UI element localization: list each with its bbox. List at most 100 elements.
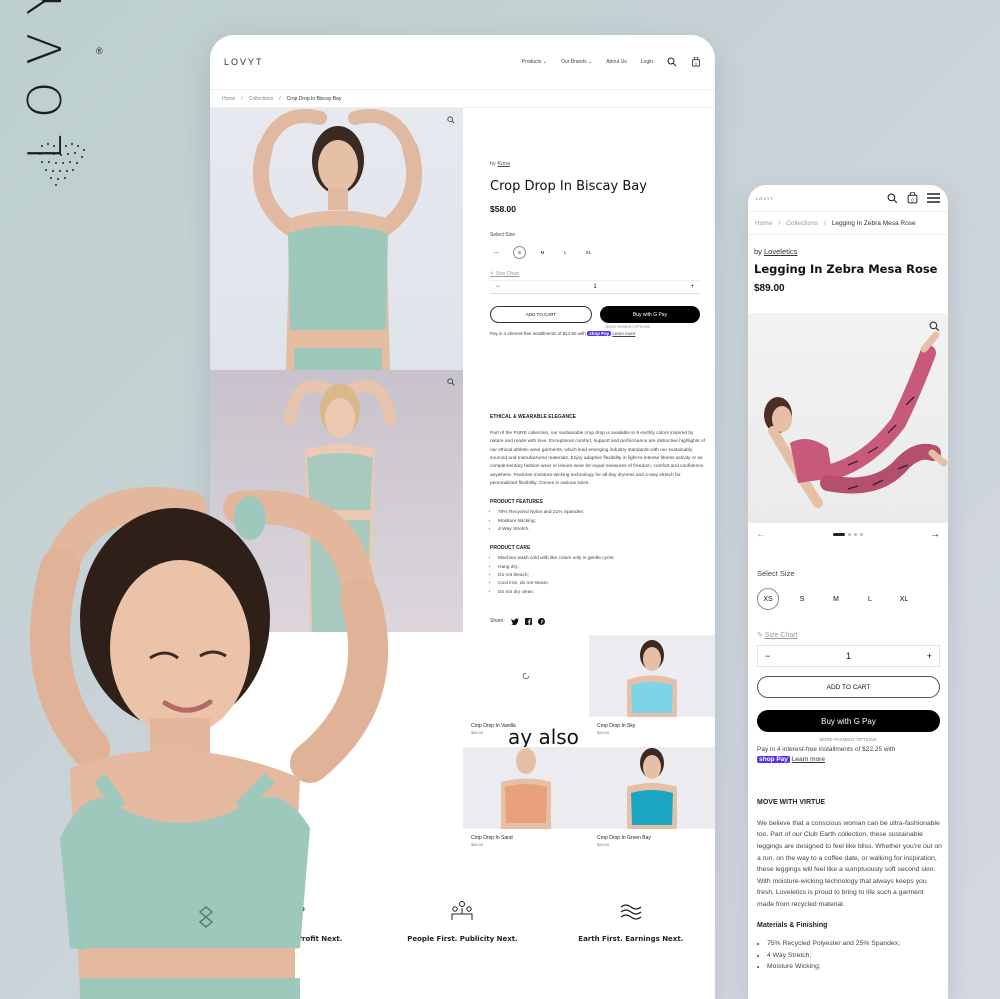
cart-icon[interactable]: 0	[907, 192, 918, 204]
size-option[interactable]: XL	[582, 246, 595, 259]
description-heading: MOVE WITH VIRTUE	[757, 799, 826, 806]
size-chart-link[interactable]: ✎ Size Chart	[490, 271, 700, 277]
carousel-dot[interactable]	[854, 533, 857, 536]
arrow-right-icon[interactable]: →	[930, 529, 940, 540]
add-to-cart-button[interactable]: ADD TO CART	[757, 676, 940, 698]
qty-decrease-button[interactable]: −	[765, 651, 770, 661]
crumb-collections[interactable]: Collections	[249, 96, 273, 102]
facebook-icon[interactable]	[524, 617, 532, 625]
select-size-label: Select Size	[490, 232, 516, 238]
nav-our-brands[interactable]: Our Brands ⌄	[561, 59, 592, 65]
shop-pay-logo: shop Pay	[757, 755, 790, 763]
product-thumbnail	[589, 635, 715, 717]
nav-our-brands-label: Our Brands	[561, 59, 587, 65]
vendor-link[interactable]: Krina	[497, 161, 510, 167]
size-option-selected[interactable]: S	[513, 246, 526, 259]
carousel-dots	[833, 533, 863, 536]
size-option[interactable]: M	[536, 246, 549, 259]
related-product-card[interactable]: Crop Drop In Sand $58.00	[463, 747, 589, 859]
list-item: Moisture Wicking;	[498, 518, 705, 526]
mobile-header: LOVYT 0	[748, 185, 948, 211]
desktop-cart-count: 0	[695, 62, 697, 66]
model-illustration	[252, 109, 423, 370]
mobile-header-icons: 0	[887, 192, 940, 204]
size-chart-link[interactable]: ✎ Size Chart	[757, 631, 798, 639]
earth-waves-icon	[620, 904, 642, 920]
vendor-link[interactable]: Loveletics	[764, 247, 797, 256]
related-product-price: $58.00	[471, 730, 484, 735]
related-product-price: $58.00	[471, 842, 484, 847]
qty-value[interactable]: 1	[593, 284, 596, 290]
add-to-cart-button[interactable]: ADD TO CART	[490, 306, 592, 323]
search-icon[interactable]	[887, 193, 898, 204]
related-product-card[interactable]: Crop Drop In Green Bay $58.00	[589, 747, 715, 859]
brand-wordmark: LOVYT	[18, 0, 72, 160]
nav-about-us[interactable]: About Us	[606, 59, 627, 65]
size-option[interactable]: L	[559, 246, 572, 259]
installments-text: Pay in 4 interest-free installments of $…	[490, 331, 700, 336]
size-option-selected[interactable]: XS	[757, 588, 779, 610]
people-group-icon	[451, 901, 473, 920]
related-products-grid: Crop Drop In Vanilla $58.00 Crop Drop In…	[463, 635, 715, 860]
size-option[interactable]: —	[490, 246, 503, 259]
desktop-product-info: by Krina Crop Drop In Biscay Bay $58.00 …	[490, 161, 700, 336]
size-option[interactable]: L	[859, 588, 881, 610]
twitter-icon[interactable]	[510, 618, 519, 625]
carousel-dot[interactable]	[848, 533, 851, 536]
desktop-logo[interactable]: LOVYT	[224, 57, 264, 67]
features-heading: PRODUCT FEATURES	[490, 499, 543, 506]
product-thumbnail	[463, 635, 589, 717]
learn-more-link[interactable]: Learn more	[792, 756, 825, 763]
mobile-breadcrumb: Home / Collections / Legging In Zebra Mesa…	[748, 211, 948, 235]
related-product-name: Crop Drop In Green Bay	[597, 835, 651, 841]
search-icon[interactable]	[667, 57, 677, 67]
buy-with-label: Buy with	[821, 716, 852, 726]
share-row: Share:	[490, 617, 705, 626]
size-chart-label: Size Chart	[495, 271, 519, 277]
size-option[interactable]: M	[825, 588, 847, 610]
mobile-cart-count: 0	[911, 197, 914, 202]
more-payment-options-link[interactable]: MORE PAYMENT OPTIONS	[490, 325, 700, 329]
purchase-buttons: ADD TO CART Buy with G Pay	[490, 306, 700, 323]
carousel-dot[interactable]	[860, 533, 863, 536]
crumb-home[interactable]: Home	[222, 96, 235, 102]
crumb-home[interactable]: Home	[755, 220, 772, 227]
vendor-line: by Loveletics	[748, 247, 948, 256]
nav-products[interactable]: Products ⌄	[522, 59, 547, 65]
cart-icon[interactable]: 0	[691, 57, 701, 67]
image-carousel-controls: ← →	[748, 529, 948, 540]
shop-pay-logo: shop Pay	[587, 331, 612, 336]
qty-increase-button[interactable]: +	[927, 651, 932, 661]
qty-decrease-button[interactable]: −	[496, 284, 500, 290]
learn-more-link[interactable]: Learn more	[612, 331, 635, 336]
qty-increase-button[interactable]: +	[690, 284, 694, 290]
carousel-dot-active[interactable]	[833, 533, 845, 536]
buy-with-gpay-button[interactable]: Buy with G Pay	[757, 710, 940, 732]
product-image-main[interactable]	[210, 108, 463, 370]
buy-with-gpay-button[interactable]: Buy with G Pay	[600, 306, 700, 323]
mobile-logo[interactable]: LOVYT	[756, 196, 774, 201]
related-product-card[interactable]: Crop Drop In Sky $58.00	[589, 635, 715, 747]
pinterest-icon[interactable]	[537, 617, 545, 625]
value-title: Earth First. Earnings Next.	[578, 935, 684, 943]
more-payment-options-link[interactable]: MORE PAYMENT OPTIONS	[748, 737, 948, 742]
nav-login[interactable]: Login	[641, 59, 653, 65]
related-product-card[interactable]: Crop Drop In Vanilla $58.00	[463, 635, 589, 747]
materials-heading: Materials & Finishing	[757, 922, 828, 930]
crumb-collections[interactable]: Collections	[786, 220, 818, 227]
zoom-icon[interactable]	[447, 378, 455, 386]
size-option[interactable]: S	[791, 588, 813, 610]
desktop-breadcrumb: Home / Collections / Crop Drop In Biscay B…	[210, 90, 715, 108]
by-label: by	[754, 247, 762, 256]
size-option[interactable]: XL	[893, 588, 915, 610]
model-thumbnail	[627, 748, 677, 829]
arrow-left-icon[interactable]: ←	[756, 529, 766, 540]
qty-value[interactable]: 1	[846, 651, 851, 661]
crumb-current: Crop Drop In Biscay Bay	[286, 95, 342, 102]
list-item: Cool iron, do not steam;	[498, 580, 705, 588]
hamburger-menu-icon[interactable]	[927, 193, 940, 203]
product-image-main[interactable]	[748, 313, 948, 523]
crumb-separator: /	[778, 219, 781, 227]
zoom-icon[interactable]	[929, 321, 940, 332]
zoom-icon[interactable]	[447, 116, 455, 124]
